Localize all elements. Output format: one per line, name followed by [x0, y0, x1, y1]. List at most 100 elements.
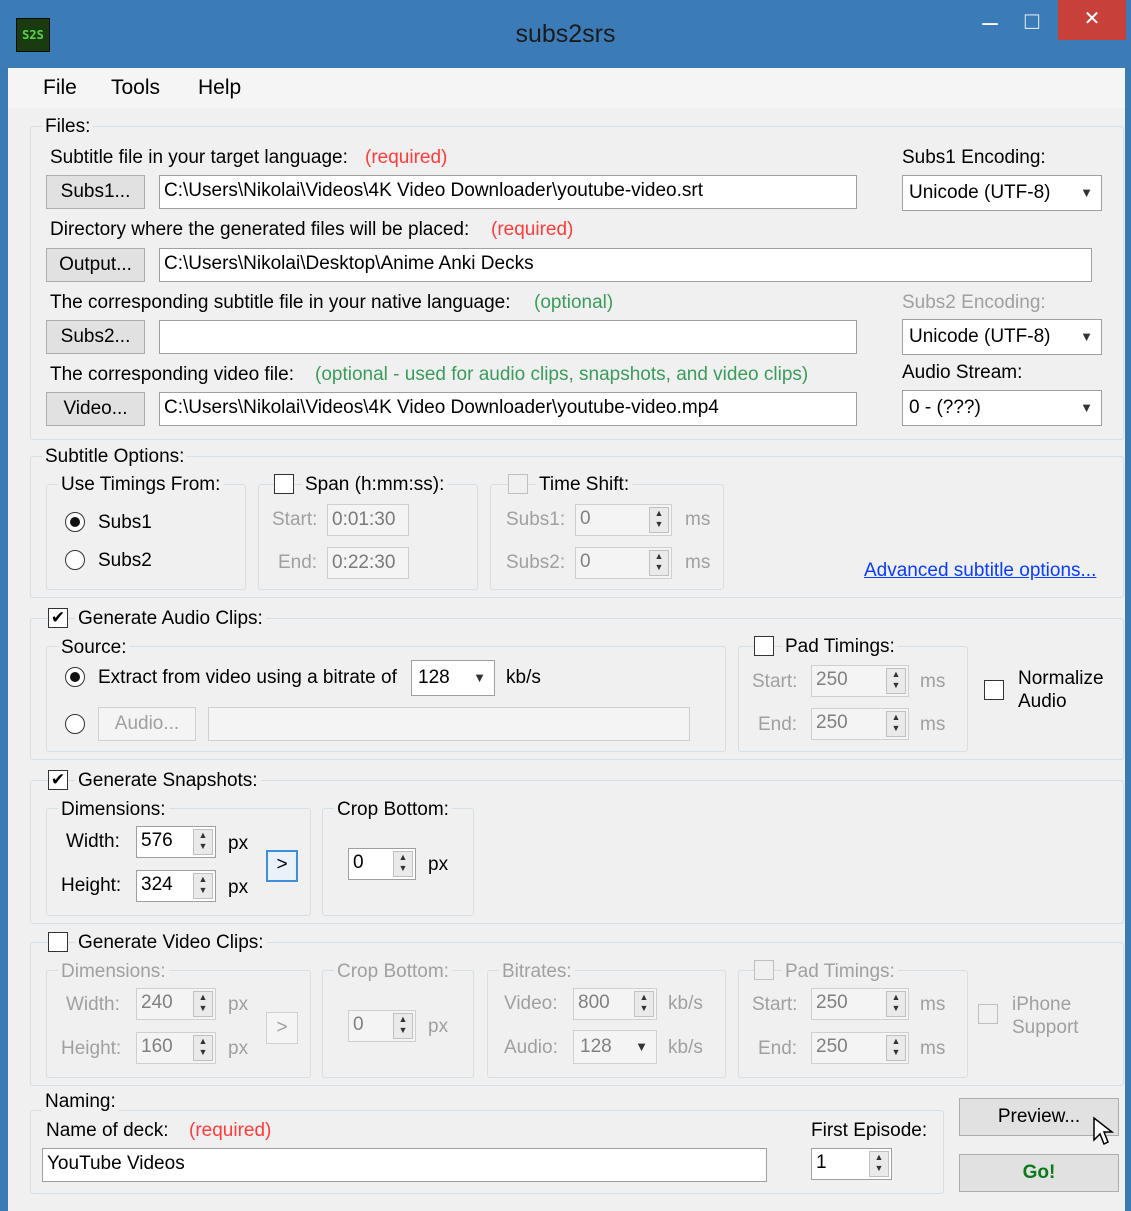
video-path-field[interactable]: C:\Users\Nikolai\Videos\4K Video Downloa…	[159, 392, 857, 426]
audio-bitrate-select[interactable]: 128 ▼	[411, 660, 495, 696]
normalize-audio-checkbox[interactable]	[984, 680, 1004, 700]
subs1-encoding-select[interactable]: Unicode (UTF-8) ▼	[902, 175, 1102, 211]
stepper-arrows-icon[interactable]: ▲ ▼	[193, 991, 213, 1017]
stepper-arrows-icon[interactable]: ▲ ▼	[193, 1035, 213, 1061]
extract-from-video-radio[interactable]	[65, 667, 85, 687]
video-dimensions-arrow-button[interactable]: >	[266, 1012, 298, 1044]
timeshift-checkbox[interactable]	[508, 474, 528, 494]
audio-file-field[interactable]	[208, 707, 690, 741]
output-path-field[interactable]: C:\Users\Nikolai\Desktop\Anime Anki Deck…	[159, 248, 1092, 282]
timeshift-legend: Time Shift:	[536, 474, 633, 496]
naming-legend: Naming:	[42, 1091, 119, 1113]
deck-name-field[interactable]: YouTube Videos	[42, 1148, 767, 1182]
stepper-arrows-icon[interactable]: ▲ ▼	[634, 991, 654, 1017]
subs1-path-field[interactable]: C:\Users\Nikolai\Videos\4K Video Downloa…	[159, 175, 857, 209]
audio-bitrate-unit: kb/s	[506, 667, 541, 688]
stepper-arrows-icon[interactable]: ▲ ▼	[193, 873, 213, 899]
generate-video-checkbox[interactable]	[48, 932, 68, 952]
subs2-button[interactable]: Subs2...	[46, 320, 145, 354]
video-optional: (optional - used for audio clips, snapsh…	[315, 364, 809, 385]
snapshot-width-label: Width:	[66, 831, 120, 852]
video-width-stepper[interactable]: 240 ▲ ▼	[136, 988, 216, 1020]
chevron-down-icon: ▼	[1080, 400, 1093, 415]
first-episode-stepper[interactable]: 1 ▲ ▼	[811, 1148, 892, 1180]
stepper-arrows-icon[interactable]: ▲ ▼	[886, 711, 906, 737]
video-pad-timings-legend: Pad Timings:	[782, 961, 898, 983]
video-button[interactable]: Video...	[46, 392, 145, 426]
iphone-line2: Support	[1012, 1017, 1079, 1038]
snapshot-width-stepper[interactable]: 576 ▲ ▼	[136, 826, 216, 858]
output-required: (required)	[491, 219, 574, 240]
video-pad-end-stepper[interactable]: 250 ▲ ▼	[811, 1032, 909, 1064]
audio-pad-start-stepper[interactable]: 250 ▲ ▼	[811, 665, 909, 697]
subs2-path-field[interactable]	[159, 320, 857, 354]
span-start-field[interactable]: 0:01:30	[327, 504, 409, 536]
menu-bar: File Tools Help	[8, 68, 1125, 108]
span-end-field[interactable]: 0:22:30	[327, 547, 409, 579]
video-pad-start-label: Start:	[752, 994, 798, 1015]
audio-stream-select[interactable]: 0 - (???) ▼	[902, 390, 1102, 426]
subs2-optional: (optional)	[534, 292, 614, 313]
menu-file[interactable]: File	[43, 76, 77, 100]
snapshot-crop-stepper[interactable]: 0 ▲ ▼	[348, 848, 416, 880]
snapshot-dimensions-arrow-button[interactable]: >	[266, 850, 298, 882]
subs1-required: (required)	[365, 147, 448, 168]
first-episode-value: 1	[816, 1152, 827, 1173]
stepper-arrows-icon[interactable]: ▲ ▼	[649, 550, 669, 576]
video-bitrate-stepper[interactable]: 800 ▲ ▼	[573, 988, 657, 1020]
first-episode-label: First Episode:	[811, 1120, 928, 1141]
extract-from-video-label: Extract from video using a bitrate of	[98, 667, 397, 688]
snapshot-height-label: Height:	[61, 875, 122, 896]
timings-subs2-radio[interactable]	[65, 550, 85, 570]
stepper-arrows-icon[interactable]: ▲ ▼	[393, 851, 413, 877]
maximize-icon[interactable]: ☐	[1010, 10, 1054, 50]
span-checkbox[interactable]	[274, 474, 294, 494]
generate-audio-legend: Generate Audio Clips:	[75, 608, 266, 630]
video-audio-bitrate-value: 128	[580, 1036, 612, 1057]
stepper-arrows-icon[interactable]: ▲ ▼	[869, 1151, 889, 1177]
video-pad-start-stepper[interactable]: 250 ▲ ▼	[811, 988, 909, 1020]
video-pad-timings-checkbox[interactable]	[754, 960, 774, 980]
close-icon[interactable]: ✕	[1058, 0, 1126, 40]
snapshot-height-stepper[interactable]: 324 ▲ ▼	[136, 870, 216, 902]
stepper-arrows-icon[interactable]: ▲ ▼	[886, 668, 906, 694]
video-dimensions-legend: Dimensions:	[58, 961, 169, 983]
menu-help[interactable]: Help	[198, 76, 241, 100]
subtitle-options-legend: Subtitle Options:	[42, 446, 188, 468]
subs1-button[interactable]: Subs1...	[46, 175, 145, 209]
audio-pad-end-stepper[interactable]: 250 ▲ ▼	[811, 708, 909, 740]
client-area: File Tools Help Files: Subtitle file in …	[8, 68, 1125, 1211]
audio-file-radio[interactable]	[65, 714, 85, 734]
timings-subs1-label: Subs1	[98, 512, 152, 533]
subs2-encoding-select[interactable]: Unicode (UTF-8) ▼	[902, 319, 1102, 355]
video-bitrates-legend: Bitrates:	[499, 961, 575, 983]
iphone-support-checkbox[interactable]	[978, 1004, 998, 1024]
files-legend: Files:	[42, 116, 94, 138]
video-height-stepper[interactable]: 160 ▲ ▼	[136, 1032, 216, 1064]
title-bar[interactable]: S2S subs2srs – ☐ ✕	[0, 0, 1131, 68]
timings-subs1-radio[interactable]	[65, 512, 85, 532]
video-crop-stepper[interactable]: 0 ▲ ▼	[348, 1010, 416, 1042]
stepper-arrows-icon[interactable]: ▲ ▼	[886, 1035, 906, 1061]
subs1-encoding-label: Subs1 Encoding:	[902, 147, 1046, 168]
audio-pad-end-value: 250	[816, 712, 848, 733]
go-button[interactable]: Go!	[959, 1154, 1119, 1192]
timeshift-subs1-stepper[interactable]: 0 ▲ ▼	[575, 504, 672, 536]
video-audio-bitrate-select[interactable]: 128 ▼	[573, 1030, 657, 1064]
snapshot-crop-value: 0	[353, 852, 364, 873]
audio-pad-timings-checkbox[interactable]	[754, 636, 774, 656]
video-height-label: Height:	[61, 1038, 122, 1059]
stepper-arrows-icon[interactable]: ▲ ▼	[886, 991, 906, 1017]
stepper-arrows-icon[interactable]: ▲ ▼	[193, 829, 213, 855]
video-pad-start-value: 250	[816, 992, 848, 1013]
generate-snapshots-checkbox[interactable]: ✔	[48, 770, 68, 790]
timeshift-subs2-stepper[interactable]: 0 ▲ ▼	[575, 547, 672, 579]
audio-file-button[interactable]: Audio...	[98, 707, 196, 741]
stepper-arrows-icon[interactable]: ▲ ▼	[649, 507, 669, 533]
output-button[interactable]: Output...	[46, 248, 145, 282]
menu-tools[interactable]: Tools	[111, 76, 160, 100]
video-width-value: 240	[141, 992, 173, 1013]
stepper-arrows-icon[interactable]: ▲ ▼	[393, 1013, 413, 1039]
generate-audio-checkbox[interactable]: ✔	[48, 608, 68, 628]
advanced-subtitle-options-link[interactable]: Advanced subtitle options...	[864, 560, 1096, 582]
